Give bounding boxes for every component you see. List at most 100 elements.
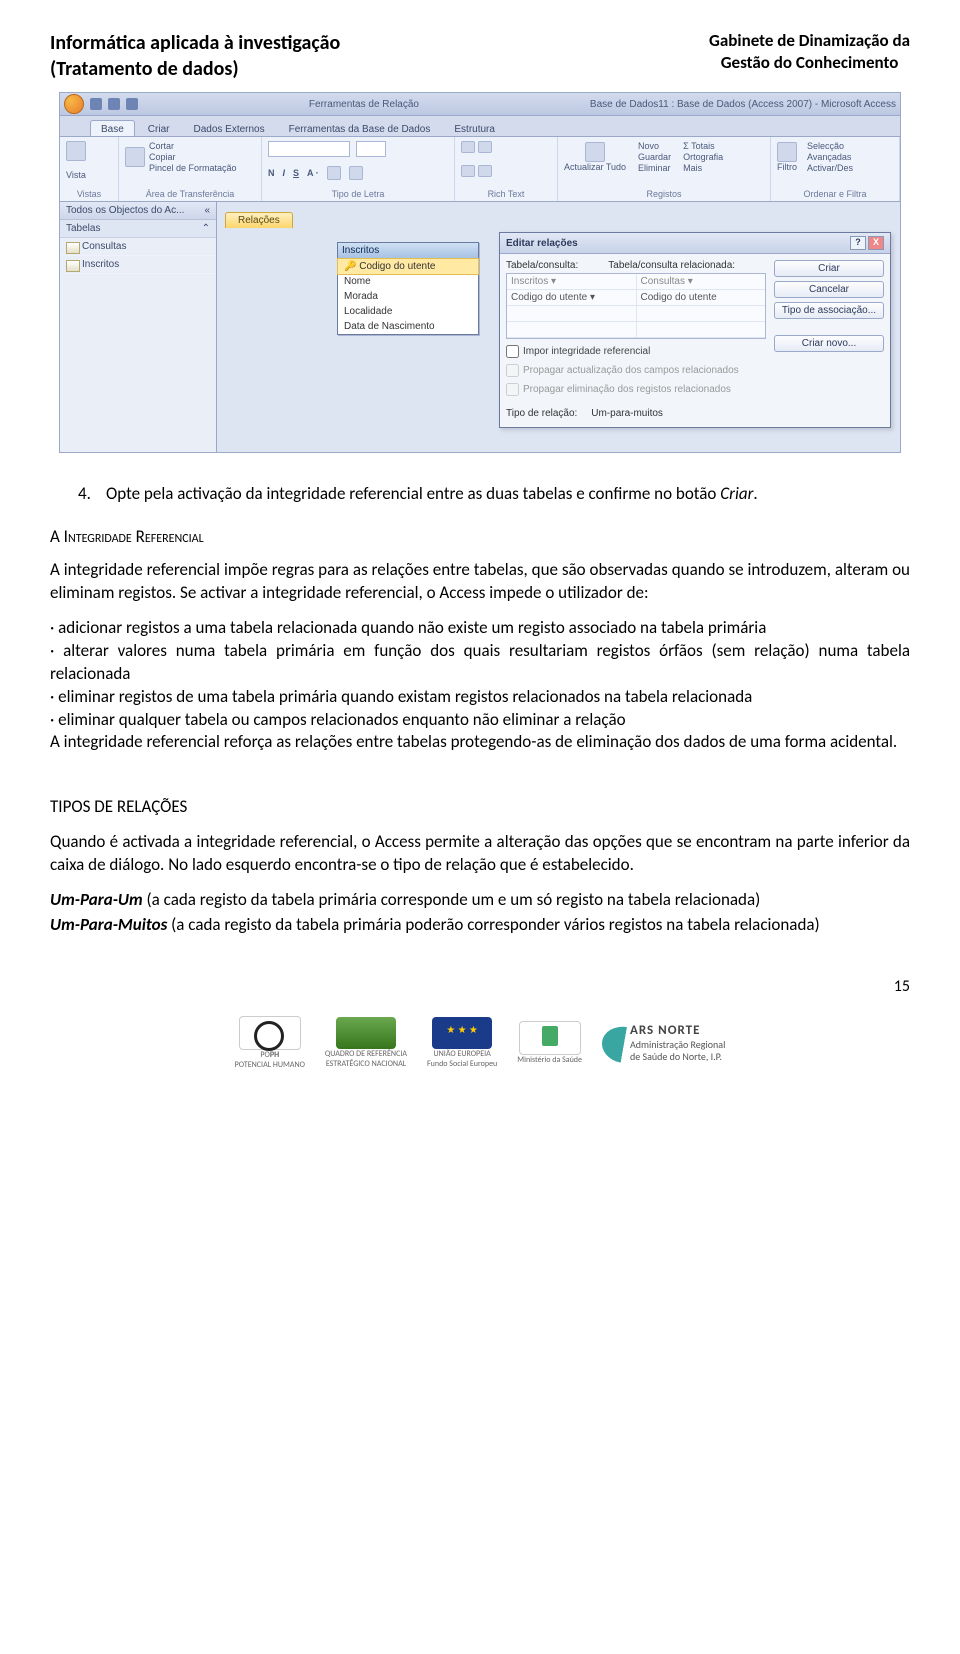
ribbon-body: Vista Vistas Cortar Copiar Pincel de For… <box>60 137 900 202</box>
tab-base[interactable]: Base <box>90 120 135 136</box>
page-number: 15 <box>50 977 910 996</box>
paragraph: Um-Para-Um (a cada registo da tabela pri… <box>50 889 910 912</box>
seleccao-button[interactable]: Selecção <box>807 141 853 151</box>
logo-ministerio: Ministério da Saúde <box>517 1021 582 1065</box>
criar-button[interactable]: Criar <box>774 260 884 277</box>
list-icon[interactable] <box>461 141 475 153</box>
navpane-header[interactable]: Todos os Objectos do Ac...« <box>60 202 216 220</box>
novo-button[interactable]: Novo <box>638 141 671 151</box>
italic-button[interactable]: I <box>283 168 286 178</box>
relationships-canvas: Relações Inscritos 🔑 Codigo do utente No… <box>217 202 900 452</box>
paragraph: A integridade referencial impõe regras p… <box>50 559 910 605</box>
mais-button[interactable]: Mais <box>683 163 723 173</box>
tab-criar[interactable]: Criar <box>137 120 181 136</box>
combo-table-right[interactable]: Consultas ▾ <box>637 274 766 289</box>
cancelar-button[interactable]: Cancelar <box>774 281 884 298</box>
combo-table-left[interactable]: Inscritos ▾ <box>507 274 637 289</box>
pincel-button[interactable]: Pincel de Formatação <box>149 163 237 173</box>
access-screenshot: Ferramentas de Relação Base de Dados11 :… <box>59 92 901 453</box>
tablebox-row[interactable]: Nome <box>338 274 478 289</box>
org-line1: Gabinete de Dinamização da <box>709 30 910 52</box>
close-button[interactable]: X <box>868 236 884 250</box>
footer-logos: POPH POTENCIAL HUMANO QUADRO DE REFERÊNC… <box>50 1016 910 1090</box>
actualizar-label: Actualizar Tudo <box>564 162 626 172</box>
bullet: · adicionar registos a uma tabela relaci… <box>50 617 910 640</box>
underline-button[interactable]: S <box>293 168 299 178</box>
label-table: Tabela/consulta: <box>506 260 578 271</box>
activar-button[interactable]: Activar/Des <box>807 163 853 173</box>
filtro-label: Filtro <box>777 162 797 172</box>
window-title-bar: Ferramentas de Relação Base de Dados11 :… <box>60 93 900 116</box>
checkbox-cascade-delete: Propagar eliminação dos registos relacio… <box>506 383 766 396</box>
bold-button[interactable]: N <box>268 168 275 178</box>
vista-icon[interactable] <box>66 141 86 161</box>
tab-ferramentas-bd[interactable]: Ferramentas da Base de Dados <box>278 120 442 136</box>
colar-icon[interactable] <box>125 147 145 167</box>
group-filtro-label: Ordenar e Filtra <box>777 189 893 199</box>
ribbon-tabs: Base Criar Dados Externos Ferramentas da… <box>60 116 900 137</box>
group-richtext-label: Rich Text <box>461 189 551 199</box>
field-left[interactable]: Codigo do utente ▾ <box>507 290 637 305</box>
doc-title-line2: (Tratamento de dados) <box>50 56 340 82</box>
tablebox-row[interactable]: Morada <box>338 289 478 304</box>
office-button-icon[interactable] <box>64 94 84 114</box>
numlist-icon[interactable] <box>478 141 492 153</box>
group-transfer-label: Área de Transferência <box>125 189 255 199</box>
window-title-right: Base de Dados11 : Base de Dados (Access … <box>590 99 896 110</box>
logo-qren: QUADRO DE REFERÊNCIA ESTRATÉGICO NACIONA… <box>325 1017 407 1069</box>
cortar-button[interactable]: Cortar <box>149 141 237 151</box>
field-right[interactable]: Codigo do utente <box>637 290 766 305</box>
navpane-section-tabelas[interactable]: Tabelas ⌃ <box>60 220 216 238</box>
tablebox-row[interactable]: Data de Nascimento <box>338 319 478 334</box>
label-related-table: Tabela/consulta relacionada: <box>608 260 735 271</box>
group-registos-label: Registos <box>564 189 764 199</box>
bullet: · eliminar qualquer tabela ou campos rel… <box>50 709 910 732</box>
tablebox-row[interactable]: Localidade <box>338 304 478 319</box>
eliminar-button[interactable]: Eliminar <box>638 163 671 173</box>
indent-icon[interactable] <box>461 165 475 177</box>
step-number: 4. <box>78 483 98 506</box>
checkbox-cascade-update: Propagar actualização dos campos relacio… <box>506 364 766 377</box>
dialog-title: Editar relações <box>506 238 578 249</box>
label-reltype: Tipo de relação: <box>506 408 577 419</box>
canvas-tab-relacoes[interactable]: Relações <box>225 212 293 228</box>
tablebox-title: Inscritos <box>338 243 478 259</box>
logo-eu: UNIÃO EUROPEIA Fundo Social Europeu <box>427 1017 497 1069</box>
paragraph: Um-Para-Muitos (a cada registo da tabela… <box>50 914 910 937</box>
tab-dados-externos[interactable]: Dados Externos <box>182 120 275 136</box>
filtro-icon[interactable] <box>777 142 797 162</box>
paragraph: Quando é activada a integridade referenc… <box>50 831 910 877</box>
value-reltype: Um-para-muitos <box>591 408 663 419</box>
fill-color-icon[interactable] <box>327 166 341 180</box>
step-text: Opte pela activação da integridade refer… <box>106 483 758 506</box>
help-button[interactable]: ? <box>850 236 866 250</box>
ortografia-button[interactable]: Ortografia <box>683 152 723 162</box>
bullet: · eliminar registos de uma tabela primár… <box>50 686 910 709</box>
org-line2: Gestão do Conhecimento <box>709 52 910 74</box>
avancadas-button[interactable]: Avançadas <box>807 152 853 162</box>
table-field-list[interactable]: Inscritos 🔑 Codigo do utente Nome Morada… <box>337 242 479 335</box>
quick-access-toolbar[interactable] <box>90 98 138 110</box>
tipo-associacao-button[interactable]: Tipo de associação... <box>774 302 884 319</box>
section-heading-tipos: TIPOS DE RELAÇÕES <box>50 796 910 819</box>
group-vistas-label: Vistas <box>66 189 112 199</box>
gridlines-icon[interactable] <box>349 166 363 180</box>
checkbox-integrity[interactable]: Impor integridade referencial <box>506 345 766 358</box>
navigation-pane: Todos os Objectos do Ac...« Tabelas ⌃ Co… <box>60 202 217 452</box>
copiar-button[interactable]: Copiar <box>149 152 237 162</box>
criar-novo-button[interactable]: Criar novo... <box>774 335 884 352</box>
tab-estrutura[interactable]: Estrutura <box>443 120 506 136</box>
edit-relationships-dialog: Editar relações ? X Tabela/consulta: Tab… <box>499 232 891 428</box>
totais-button[interactable]: Σ Totais <box>683 141 723 151</box>
actualizar-icon[interactable] <box>585 142 605 162</box>
bullet: · alterar valores numa tabela primária e… <box>50 640 910 686</box>
paragraph: A integridade referencial reforça as rel… <box>50 731 910 754</box>
window-title-center: Ferramentas de Relação <box>138 99 590 110</box>
outdent-icon[interactable] <box>478 165 492 177</box>
navpane-item-inscritos[interactable]: Inscritos <box>60 256 216 274</box>
group-tipoletra-label: Tipo de Letra <box>268 189 448 199</box>
navpane-item-consultas[interactable]: Consultas <box>60 238 216 256</box>
tablebox-row[interactable]: 🔑 Codigo do utente <box>337 258 479 275</box>
guardar-button[interactable]: Guardar <box>638 152 671 162</box>
logo-poph: POPH POTENCIAL HUMANO <box>235 1016 305 1070</box>
